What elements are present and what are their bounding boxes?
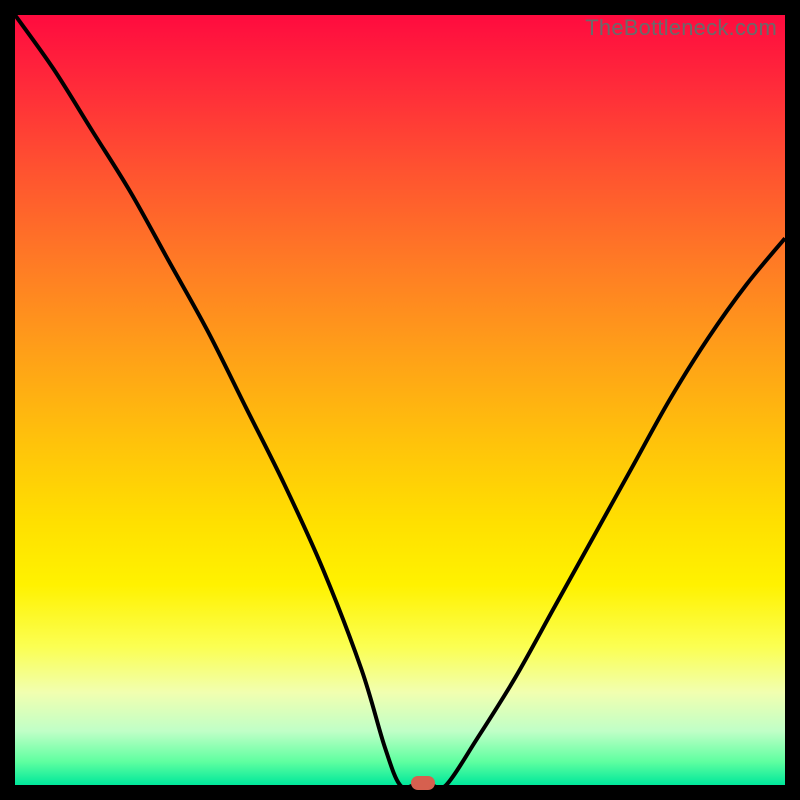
- chart-frame: TheBottleneck.com: [0, 0, 800, 800]
- optimal-point-marker: [411, 776, 435, 790]
- curve-path: [15, 15, 785, 785]
- chart-plot-area: TheBottleneck.com: [15, 15, 785, 785]
- bottleneck-curve: [15, 15, 785, 785]
